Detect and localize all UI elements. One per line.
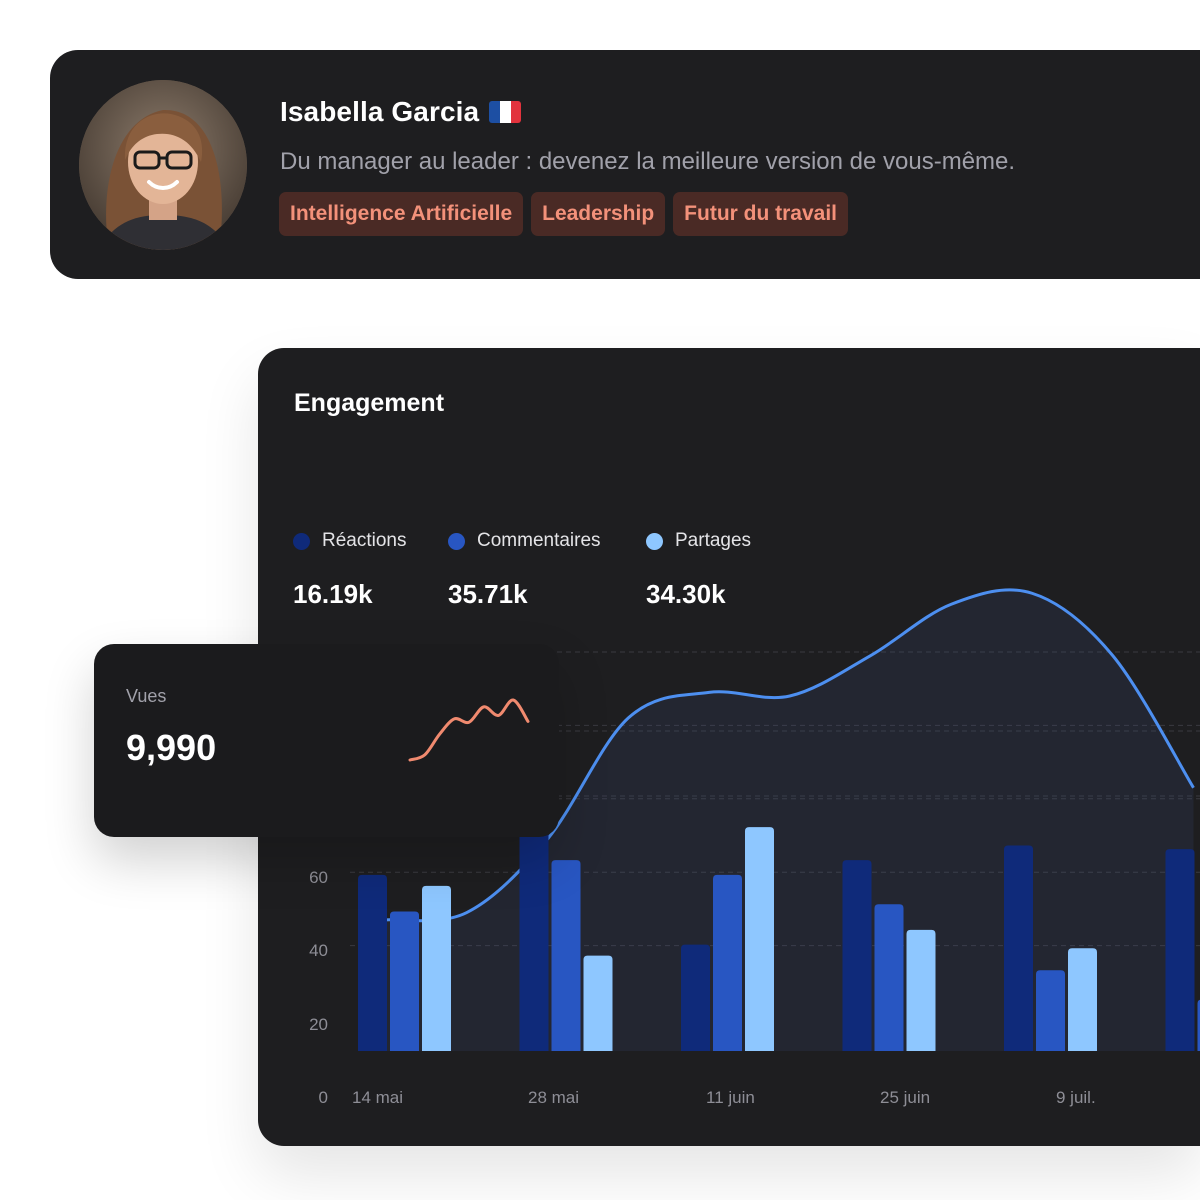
avatar (79, 80, 247, 250)
bar-partages (422, 885, 451, 1051)
bar-partages (1068, 948, 1097, 1051)
bar-commentaires (551, 860, 581, 1051)
vues-value: 9,990 (126, 727, 217, 768)
bar-reactions (681, 944, 710, 1051)
profile-header: Isabella Garcia (280, 96, 522, 128)
bar-commentaires (874, 904, 904, 1051)
bar-partages (583, 955, 613, 1051)
avatar-image (79, 80, 247, 250)
x-tick-label: 28 mai (528, 1088, 579, 1107)
tag-leadership[interactable]: Leadership (531, 192, 666, 236)
bar-reactions (1004, 845, 1033, 1051)
x-tick-label: 14 mai (352, 1088, 403, 1107)
bar-reactions (358, 874, 387, 1051)
vues-card: Vues 9,990 (94, 644, 559, 837)
bar-partages (745, 827, 774, 1051)
sparkline-path (408, 698, 530, 762)
x-tick-label: 9 juil. (1056, 1088, 1096, 1107)
bar-reactions (519, 819, 549, 1051)
y-tick-label: 40 (309, 941, 328, 960)
vues-sparkline (408, 698, 530, 762)
bar-reactions (842, 860, 872, 1051)
x-tick-label: 25 juin (880, 1088, 930, 1107)
bar-commentaires (390, 911, 419, 1051)
tag-future-of-work[interactable]: Futur du travail (673, 192, 849, 236)
x-tick-label: 11 juin (706, 1088, 755, 1107)
bar-partages (906, 929, 936, 1051)
y-tick-label: 0 (319, 1088, 328, 1107)
profile-bio: Du manager au leader : devenez la meille… (280, 148, 1016, 175)
france-flag-icon (489, 101, 522, 123)
y-tick-label: 20 (309, 1015, 328, 1034)
bar-commentaires (713, 874, 742, 1051)
vues-label: Vues (126, 686, 167, 706)
tag-list: Intelligence Artificielle Leadership Fut… (279, 192, 849, 236)
tag-ai[interactable]: Intelligence Artificielle (279, 192, 524, 236)
y-tick-label: 60 (309, 868, 328, 887)
profile-name: Isabella Garcia (280, 96, 480, 127)
bar-commentaires (1036, 970, 1065, 1051)
bar-reactions (1165, 849, 1195, 1051)
